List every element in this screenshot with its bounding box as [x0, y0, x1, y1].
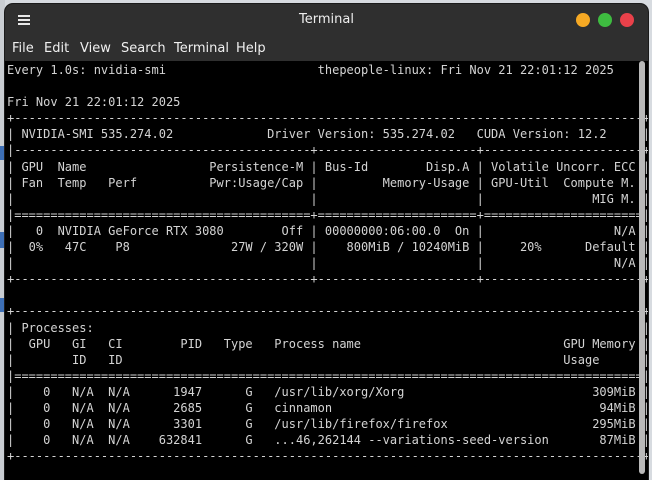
- menu-edit[interactable]: Edit: [44, 36, 69, 61]
- terminal-line: | ID ID Usage |: [7, 352, 648, 367]
- terminal-line: |=======================================…: [7, 368, 648, 383]
- scrollbar[interactable]: [639, 61, 645, 474]
- window-title: Terminal: [299, 12, 354, 27]
- terminal-line: | 0 N/A N/A 632841 G ...46,262144 --vari…: [7, 433, 648, 448]
- terminal-line: | GPU GI CI PID Type Process name GPU Me…: [7, 336, 648, 351]
- terminal-line: | 0 N/A N/A 3301 G /usr/lib/firefox/fire…: [7, 417, 648, 432]
- nvidia-smi-output: Every 1.0s: nvidia-smi thepeople-linux: …: [7, 62, 648, 464]
- terminal-line: | NVIDIA-SMI 535.274.02 Driver Version: …: [7, 127, 648, 142]
- maximize-button[interactable]: [598, 13, 612, 27]
- minimize-button[interactable]: [576, 13, 590, 27]
- terminal-line: | 0 N/A N/A 2685 G cinnamon 94MiB |: [7, 400, 648, 415]
- terminal-window: Terminal File Edit View Search Terminal …: [5, 4, 648, 480]
- terminal-line: | | | N/A |: [7, 256, 648, 271]
- terminal-line: +---------------------------------------…: [7, 449, 648, 464]
- terminal-line: |---------------------------------------…: [7, 143, 648, 158]
- close-button[interactable]: [620, 13, 634, 27]
- menu-terminal[interactable]: Terminal: [174, 36, 229, 61]
- menu-bar: File Edit View Search Terminal Help: [5, 36, 648, 61]
- terminal-line: Fri Nov 21 22:01:12 2025: [7, 95, 181, 110]
- terminal-line: | 0 NVIDIA GeForce RTX 3080 Off | 000000…: [7, 223, 648, 238]
- terminal-line: |=======================================…: [7, 207, 648, 222]
- menu-help[interactable]: Help: [236, 36, 266, 61]
- terminal-line: | GPU Name Persistence-M | Bus-Id Disp.A…: [7, 159, 648, 174]
- terminal-line: | 0 N/A N/A 1947 G /usr/lib/xorg/Xorg 30…: [7, 384, 648, 399]
- terminal-line: | | | MIG M. |: [7, 191, 648, 206]
- terminal-line: | Fan Temp Perf Pwr:Usage/Cap | Memory-U…: [7, 175, 648, 190]
- terminal-line: Every 1.0s: nvidia-smi thepeople-linux: …: [7, 63, 614, 77]
- menu-file[interactable]: File: [12, 36, 34, 61]
- terminal-line: | Processes: |: [7, 320, 648, 335]
- hamburger-menu-icon[interactable]: [17, 13, 31, 27]
- terminal-line: +---------------------------------------…: [7, 304, 648, 319]
- terminal-line: +---------------------------------------…: [7, 272, 648, 287]
- terminal-line: | 0% 47C P8 27W / 320W | 800MiB / 10240M…: [7, 240, 648, 255]
- menu-search[interactable]: Search: [121, 36, 166, 61]
- terminal-output-area[interactable]: Every 1.0s: nvidia-smi thepeople-linux: …: [5, 61, 648, 480]
- terminal-line: +---------------------------------------…: [7, 111, 648, 126]
- menu-view[interactable]: View: [80, 36, 111, 61]
- title-bar[interactable]: Terminal: [5, 4, 648, 36]
